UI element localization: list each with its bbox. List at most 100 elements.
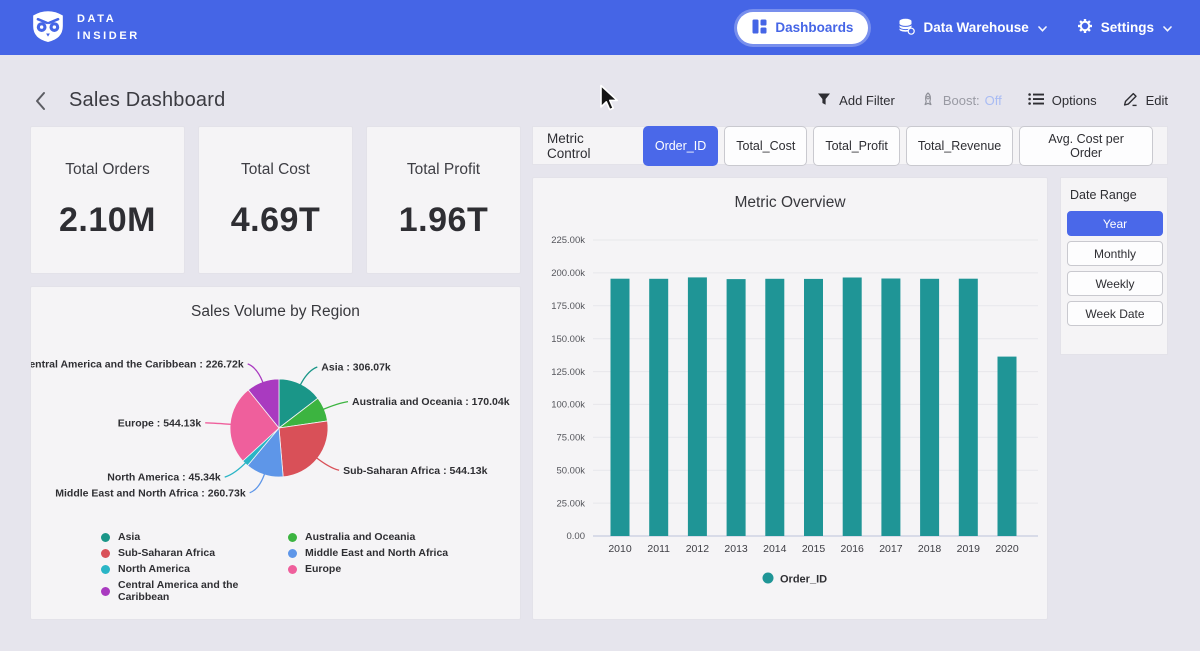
- pie-label-line: [315, 457, 339, 471]
- list-icon: [1028, 92, 1044, 109]
- legend-dot: [101, 587, 110, 596]
- kpi-value: 2.10M: [31, 201, 184, 240]
- y-tick-label: 50.00k: [556, 465, 585, 476]
- y-tick-label: 175.00k: [551, 301, 585, 312]
- y-tick-label: 225.00k: [551, 235, 585, 246]
- x-tick-label: 2014: [763, 543, 787, 555]
- x-tick-label: 2016: [841, 543, 865, 555]
- pie-slice-sub-saharan-africa[interactable]: [279, 421, 328, 477]
- boost-toggle[interactable]: Boost: Off: [921, 92, 1002, 110]
- legend-dot: [101, 533, 110, 542]
- legend-dot: [101, 565, 110, 574]
- bar-2015[interactable]: [804, 279, 823, 536]
- bar-2011[interactable]: [649, 279, 668, 536]
- kpi-label: Total Cost: [199, 161, 352, 179]
- y-tick-label: 125.00k: [551, 367, 585, 378]
- kpi-label: Total Orders: [31, 161, 184, 179]
- bar-legend-order-id[interactable]: Order_ID: [763, 573, 828, 586]
- header-actions: Add Filter Boost: Off Options: [817, 92, 1168, 110]
- y-tick-label: 200.00k: [551, 268, 585, 279]
- bar-chart-card: Metric Overview 225.00k 200.00k 175.00k 150…: [532, 177, 1048, 620]
- bar-2019[interactable]: [959, 279, 978, 536]
- edit-button[interactable]: Edit: [1123, 92, 1168, 110]
- metric-button-avg-cost-per-order[interactable]: Avg. Cost per Order: [1019, 126, 1153, 166]
- bar-2013[interactable]: [727, 279, 746, 536]
- date-range-year[interactable]: Year: [1067, 211, 1163, 236]
- bar-2012[interactable]: [688, 277, 707, 536]
- x-tick-label: 2015: [802, 543, 826, 555]
- filter-icon: [817, 92, 831, 109]
- legend-item-asia[interactable]: Asia: [101, 531, 288, 543]
- bar-2017[interactable]: [881, 279, 900, 537]
- kpi-row: Total Orders 2.10M Total Cost 4.69T Total Pr…: [30, 126, 521, 274]
- kpi-value: 4.69T: [199, 201, 352, 240]
- brand-logo[interactable]: DATA INSIDER: [30, 7, 140, 48]
- pie-chart: Asia : 306.07kAustralia and Oceania : 17…: [31, 327, 521, 527]
- y-tick-label: 150.00k: [551, 334, 585, 345]
- legend-item-north-america[interactable]: North America: [101, 563, 288, 575]
- gear-icon: [1077, 18, 1093, 37]
- bar-2010[interactable]: [611, 279, 630, 536]
- brand-line2: INSIDER: [77, 28, 140, 45]
- bar-2020[interactable]: [998, 357, 1017, 536]
- legend-item-middle-east-and-north-africa[interactable]: Middle East and North Africa: [288, 547, 520, 559]
- bar-2016[interactable]: [843, 278, 862, 537]
- metric-button-total-profit[interactable]: Total_Profit: [813, 126, 900, 166]
- legend-dot: [101, 549, 110, 558]
- top-navbar: DATA INSIDER Dashboards Data Warehouse Set…: [0, 0, 1200, 55]
- left-column: Total Orders 2.10M Total Cost 4.69T Total Pr…: [30, 126, 521, 620]
- date-range-week-date[interactable]: Week Date: [1067, 301, 1163, 326]
- legend-item-australia-and-oceania[interactable]: Australia and Oceania: [288, 531, 520, 543]
- y-tick-label: 25.00k: [556, 498, 585, 509]
- kpi-value: 1.96T: [367, 201, 520, 240]
- pie-label-central-america-and-the-caribbean: Central America and the Caribbean : 226.…: [30, 358, 244, 370]
- nav-item-dashboards[interactable]: Dashboards: [737, 12, 868, 44]
- x-tick-label: 2010: [608, 543, 632, 555]
- y-tick-label: 100.00k: [551, 400, 585, 411]
- pie-label-line: [299, 367, 317, 387]
- date-range-label: Date Range: [1070, 188, 1161, 202]
- legend-item-sub-saharan-africa[interactable]: Sub-Saharan Africa: [101, 547, 288, 559]
- pie-label-line: [225, 461, 248, 477]
- date-range-weekly[interactable]: Weekly: [1067, 271, 1163, 296]
- pencil-icon: [1123, 92, 1138, 110]
- x-tick-label: 2019: [957, 543, 981, 555]
- nav-item-data-warehouse[interactable]: Data Warehouse: [898, 18, 1046, 38]
- kpi-card-total-cost: Total Cost 4.69T: [198, 126, 353, 274]
- metric-control-bar: Metric Control Order_IDTotal_CostTotal_P…: [532, 126, 1168, 165]
- pie-label-line: [250, 472, 266, 493]
- pie-legend: AsiaAustralia and OceaniaSub-Saharan Afr…: [101, 531, 520, 603]
- pie-label-sub-saharan-africa: Sub-Saharan Africa : 544.13k: [343, 465, 487, 477]
- brand-line1: DATA: [77, 11, 140, 28]
- bar-2018[interactable]: [920, 279, 939, 536]
- bar-chart: 225.00k 200.00k 175.00k 150.00k 125.00k 100.0…: [533, 212, 1049, 612]
- bar-chart-title: Metric Overview: [533, 194, 1047, 212]
- add-filter-button[interactable]: Add Filter: [817, 92, 895, 109]
- dashboard-content: Total Orders 2.10M Total Cost 4.69T Total Pr…: [0, 123, 1200, 620]
- metric-button-total-revenue[interactable]: Total_Revenue: [906, 126, 1013, 166]
- pie-label-europe: Europe : 544.13k: [118, 417, 202, 429]
- kpi-card-total-profit: Total Profit1.96T: [366, 126, 521, 274]
- legend-dot: [288, 549, 297, 558]
- pie-label-line: [248, 364, 264, 385]
- legend-item-central-america-and-the-caribbean[interactable]: Central America and the Caribbean: [101, 579, 288, 603]
- date-range-monthly[interactable]: Monthly: [1067, 241, 1163, 266]
- metric-button-order-id[interactable]: Order_ID: [643, 126, 718, 166]
- metric-button-total-cost[interactable]: Total_Cost: [724, 126, 807, 166]
- pie-chart-card: Sales Volume by Region Asia : 306.07kAus…: [30, 286, 521, 620]
- back-button[interactable]: [34, 91, 46, 111]
- bar-2014[interactable]: [765, 279, 784, 536]
- options-button[interactable]: Options: [1028, 92, 1097, 109]
- nav-item-settings[interactable]: Settings: [1077, 18, 1172, 37]
- boost-status: Off: [985, 93, 1002, 108]
- y-tick-label: 75.00k: [556, 433, 585, 444]
- pie-chart-title: Sales Volume by Region: [31, 303, 520, 321]
- chevron-down-icon: [1038, 20, 1047, 35]
- legend-dot: [288, 565, 297, 574]
- rocket-icon: [921, 92, 935, 110]
- legend-item-europe[interactable]: Europe: [288, 563, 520, 575]
- right-column: Metric Control Order_IDTotal_CostTotal_P…: [532, 126, 1168, 620]
- owl-logo-icon: [30, 7, 66, 48]
- kpi-card-total-orders: Total Orders 2.10M: [30, 126, 185, 274]
- database-icon: [898, 18, 915, 38]
